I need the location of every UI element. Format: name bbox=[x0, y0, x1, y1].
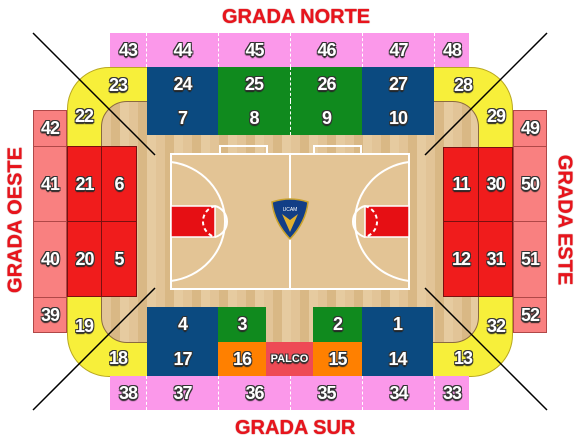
section-10[interactable]: 10 bbox=[362, 101, 434, 135]
section-6[interactable]: 6 bbox=[101, 146, 137, 222]
section-1[interactable]: 1 bbox=[362, 307, 433, 342]
section-46[interactable]: 46 bbox=[290, 33, 362, 67]
section-47[interactable]: 47 bbox=[362, 33, 434, 67]
title-grada-sur: GRADA SUR bbox=[235, 417, 356, 439]
section-51[interactable]: 51 bbox=[513, 221, 547, 298]
section-48[interactable]: 48 bbox=[434, 33, 469, 67]
section-25[interactable]: 25 bbox=[218, 67, 290, 101]
title-grada-este: GRADA ESTE bbox=[553, 154, 576, 286]
section-33[interactable]: 33 bbox=[434, 376, 469, 410]
section-44[interactable]: 44 bbox=[146, 33, 218, 67]
section-8[interactable]: 8 bbox=[218, 101, 290, 135]
section-26[interactable]: 26 bbox=[290, 67, 362, 101]
section-7[interactable]: 7 bbox=[147, 101, 218, 135]
section-43[interactable]: 43 bbox=[110, 33, 146, 67]
section-4[interactable]: 4 bbox=[147, 307, 218, 342]
section-52[interactable]: 52 bbox=[513, 297, 547, 333]
section-36[interactable]: 36 bbox=[218, 376, 290, 410]
section-15[interactable]: 15 bbox=[313, 342, 362, 376]
section-29[interactable]: 29 bbox=[479, 101, 513, 131]
section-3[interactable]: 3 bbox=[218, 307, 266, 342]
title-grada-oeste: GRADA OESTE bbox=[4, 147, 27, 293]
section-27[interactable]: 27 bbox=[362, 67, 434, 101]
section-22[interactable]: 22 bbox=[67, 101, 101, 131]
section-17[interactable]: 17 bbox=[147, 342, 218, 376]
section-14[interactable]: 14 bbox=[362, 342, 433, 376]
section-40[interactable]: 40 bbox=[33, 221, 67, 298]
section-38[interactable]: 38 bbox=[110, 376, 146, 410]
title-grada-norte: GRADA NORTE bbox=[222, 6, 371, 28]
section-21[interactable]: 21 bbox=[67, 146, 102, 222]
section-32[interactable]: 32 bbox=[479, 311, 513, 341]
section-12[interactable]: 12 bbox=[443, 221, 479, 297]
section-13[interactable]: 13 bbox=[446, 343, 480, 373]
section-41[interactable]: 41 bbox=[33, 146, 67, 222]
section-28[interactable]: 28 bbox=[446, 70, 480, 100]
section-42[interactable]: 42 bbox=[33, 110, 67, 147]
section-24[interactable]: 24 bbox=[147, 67, 218, 101]
section-19[interactable]: 19 bbox=[67, 311, 101, 341]
section-11[interactable]: 11 bbox=[443, 147, 479, 222]
section-18[interactable]: 18 bbox=[101, 343, 135, 373]
section-23[interactable]: 23 bbox=[101, 70, 135, 100]
svg-text:UCAM: UCAM bbox=[283, 207, 298, 213]
section-50[interactable]: 50 bbox=[513, 146, 547, 222]
section-20[interactable]: 20 bbox=[67, 221, 102, 297]
section-9[interactable]: 9 bbox=[290, 101, 362, 135]
section-34[interactable]: 34 bbox=[362, 376, 434, 410]
section-45[interactable]: 45 bbox=[218, 33, 290, 67]
section-30[interactable]: 30 bbox=[478, 147, 513, 222]
section-2[interactable]: 2 bbox=[313, 307, 362, 342]
section-35[interactable]: 35 bbox=[290, 376, 362, 410]
section-31[interactable]: 31 bbox=[478, 221, 513, 297]
seating-map: UCAM GRADA NORTE GRADA SUR GRADA OESTE G… bbox=[0, 0, 580, 444]
section-49[interactable]: 49 bbox=[513, 110, 547, 147]
section-39[interactable]: 39 bbox=[33, 297, 67, 333]
section-16[interactable]: 16 bbox=[218, 342, 266, 376]
section-palco[interactable]: PALCO bbox=[266, 342, 313, 376]
section-5[interactable]: 5 bbox=[101, 221, 137, 297]
section-37[interactable]: 37 bbox=[146, 376, 218, 410]
